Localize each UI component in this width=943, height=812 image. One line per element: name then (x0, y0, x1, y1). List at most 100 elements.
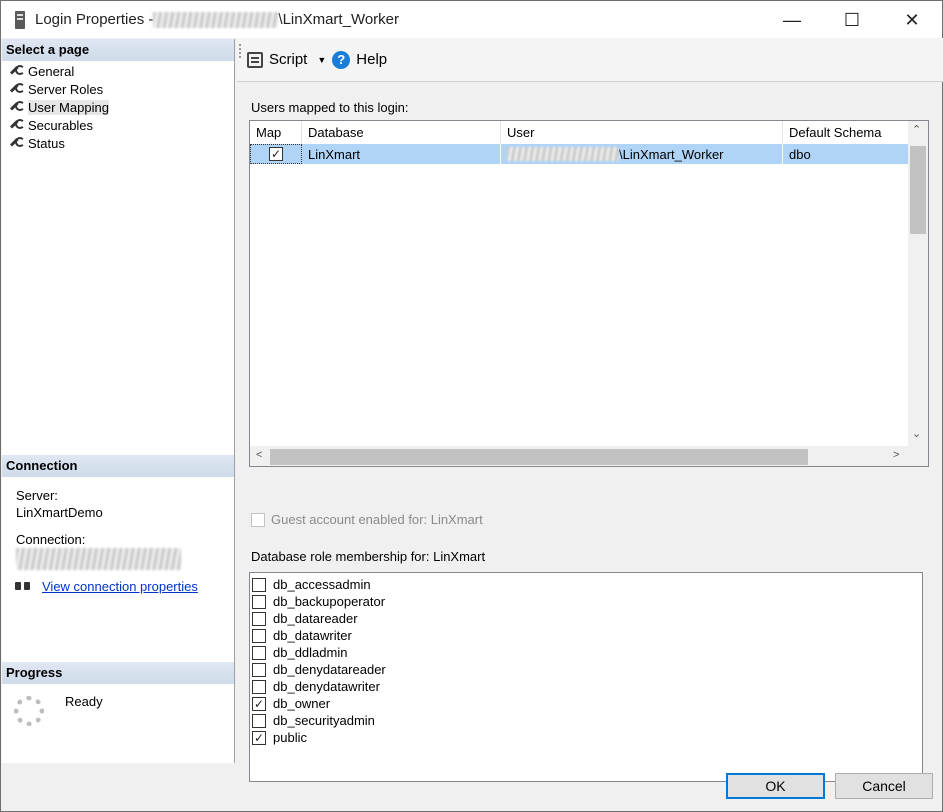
page-item-status[interactable]: Status (2, 134, 234, 152)
column-header-database[interactable]: Database (302, 121, 501, 144)
scroll-down-icon[interactable]: ⌄ (912, 427, 921, 440)
role-checkbox[interactable] (252, 628, 266, 643)
role-label: db_owner (273, 696, 331, 711)
role-membership-label: Database role membership for: LinXmart (251, 549, 486, 564)
page-item-label: Server Roles (28, 81, 104, 97)
schema-cell[interactable]: dbo (783, 144, 908, 164)
wrench-icon (10, 65, 25, 77)
maximize-button[interactable]: ☐ (822, 1, 882, 39)
database-cell[interactable]: LinXmart (302, 144, 501, 164)
role-label: db_datareader (273, 611, 358, 626)
script-icon[interactable] (247, 51, 263, 68)
column-header-default-schema[interactable]: Default Schema (783, 121, 908, 144)
list-item[interactable]: ✓ public (250, 729, 922, 746)
script-dropdown-arrow-icon[interactable]: ▼ (317, 55, 326, 65)
role-membership-list: db_accessadmin db_backupoperator db_data… (249, 572, 923, 782)
help-button[interactable]: Help (356, 51, 387, 68)
role-label: db_securityadmin (273, 713, 375, 728)
wrench-icon (10, 101, 25, 113)
list-item[interactable]: db_denydatareader (250, 661, 922, 678)
list-item[interactable]: db_accessadmin (250, 576, 922, 593)
redacted-connection (16, 548, 181, 570)
page-item-server-roles[interactable]: Server Roles (2, 80, 234, 98)
role-checkbox[interactable] (252, 645, 266, 660)
guest-account-checkbox (251, 512, 265, 527)
grid-header: Map Database User Default Schema (250, 121, 908, 144)
minimize-button[interactable]: — (762, 1, 822, 39)
connection-properties-icon (14, 580, 32, 594)
role-label: db_accessadmin (273, 577, 371, 592)
left-pane: Select a page General Server Roles User … (2, 39, 235, 763)
role-checkbox[interactable] (252, 577, 266, 592)
server-label: Server: (16, 488, 58, 503)
list-item[interactable]: db_securityadmin (250, 712, 922, 729)
vertical-scroll-thumb[interactable] (910, 146, 926, 234)
table-row[interactable]: ✓ LinXmart \LinXmart_Worker dbo (250, 144, 908, 164)
script-button[interactable]: Script (269, 51, 307, 68)
help-icon[interactable]: ? (332, 50, 351, 69)
dialog-body: Select a page General Server Roles User … (0, 38, 943, 812)
select-page-header: Select a page (2, 39, 234, 61)
list-item[interactable]: db_backupoperator (250, 593, 922, 610)
progress-section: Progress Ready (2, 662, 234, 726)
list-item[interactable]: db_datareader (250, 610, 922, 627)
redacted-user-domain (507, 147, 619, 161)
page-item-securables[interactable]: Securables (2, 116, 234, 134)
user-name: \LinXmart_Worker (619, 146, 724, 162)
role-checkbox[interactable] (252, 611, 266, 626)
connection-label: Connection: (16, 532, 86, 547)
progress-status: Ready (65, 694, 103, 709)
role-label: db_datawriter (273, 628, 352, 643)
page-item-user-mapping[interactable]: User Mapping (2, 98, 234, 116)
ok-button[interactable]: OK (726, 773, 825, 799)
role-checkbox[interactable]: ✓ (252, 730, 266, 745)
page-item-general[interactable]: General (2, 62, 234, 80)
view-connection-properties-link[interactable]: View connection properties (42, 578, 198, 595)
user-cell[interactable]: \LinXmart_Worker (501, 144, 783, 164)
role-checkbox[interactable]: ✓ (252, 696, 266, 711)
role-checkbox[interactable] (252, 594, 266, 609)
role-label: db_denydatareader (273, 662, 386, 677)
cancel-button[interactable]: Cancel (835, 773, 933, 799)
page-item-label: Status (28, 135, 65, 151)
wrench-icon (10, 119, 25, 131)
wrench-icon (10, 137, 25, 149)
scroll-up-icon[interactable]: ⌃ (912, 123, 921, 136)
list-item[interactable]: db_datawriter (250, 627, 922, 644)
scroll-left-icon[interactable]: < (256, 449, 262, 461)
role-label: db_backupoperator (273, 594, 386, 609)
window-title-prefix: Login Properties - (35, 11, 154, 28)
list-item[interactable]: db_denydatawriter (250, 678, 922, 695)
toolbar: Script ▼ ? Help (237, 38, 943, 82)
window-title-suffix: \LinXmart_Worker (278, 11, 399, 28)
progress-header: Progress (2, 662, 234, 684)
column-header-map[interactable]: Map (250, 121, 302, 144)
role-label: db_denydatawriter (273, 679, 380, 694)
page-item-label: Securables (28, 117, 94, 133)
column-header-user[interactable]: User (501, 121, 783, 144)
role-label: db_ddladmin (273, 645, 348, 660)
map-cell[interactable]: ✓ (250, 144, 302, 164)
horizontal-scrollbar[interactable]: < > (250, 446, 928, 466)
redacted-domain (153, 11, 279, 28)
map-checkbox[interactable]: ✓ (269, 147, 283, 161)
page-item-label: General (28, 63, 75, 79)
users-mapped-label: Users mapped to this login: (251, 100, 409, 115)
role-checkbox[interactable] (252, 713, 266, 728)
role-checkbox[interactable] (252, 662, 266, 677)
list-item[interactable]: ✓ db_owner (250, 695, 922, 712)
window-title: Login Properties - \LinXmart_Worker (35, 11, 399, 28)
list-item[interactable]: db_ddladmin (250, 644, 922, 661)
close-button[interactable]: ✕ (882, 1, 942, 39)
scroll-right-icon[interactable]: > (893, 449, 899, 461)
horizontal-scroll-thumb[interactable] (270, 449, 808, 465)
wrench-icon (10, 83, 25, 95)
connection-section: Connection Server: LinXmartDemo Connecti… (2, 455, 234, 605)
vertical-scrollbar[interactable]: ⌃ ⌄ (908, 121, 928, 446)
role-checkbox[interactable] (252, 679, 266, 694)
role-label: public (273, 730, 307, 745)
server-value: LinXmartDemo (16, 505, 103, 520)
progress-spinner-icon (14, 696, 44, 726)
title-bar: Login Properties - \LinXmart_Worker — ☐ … (0, 0, 943, 38)
guest-account-label: Guest account enabled for: LinXmart (271, 512, 483, 527)
